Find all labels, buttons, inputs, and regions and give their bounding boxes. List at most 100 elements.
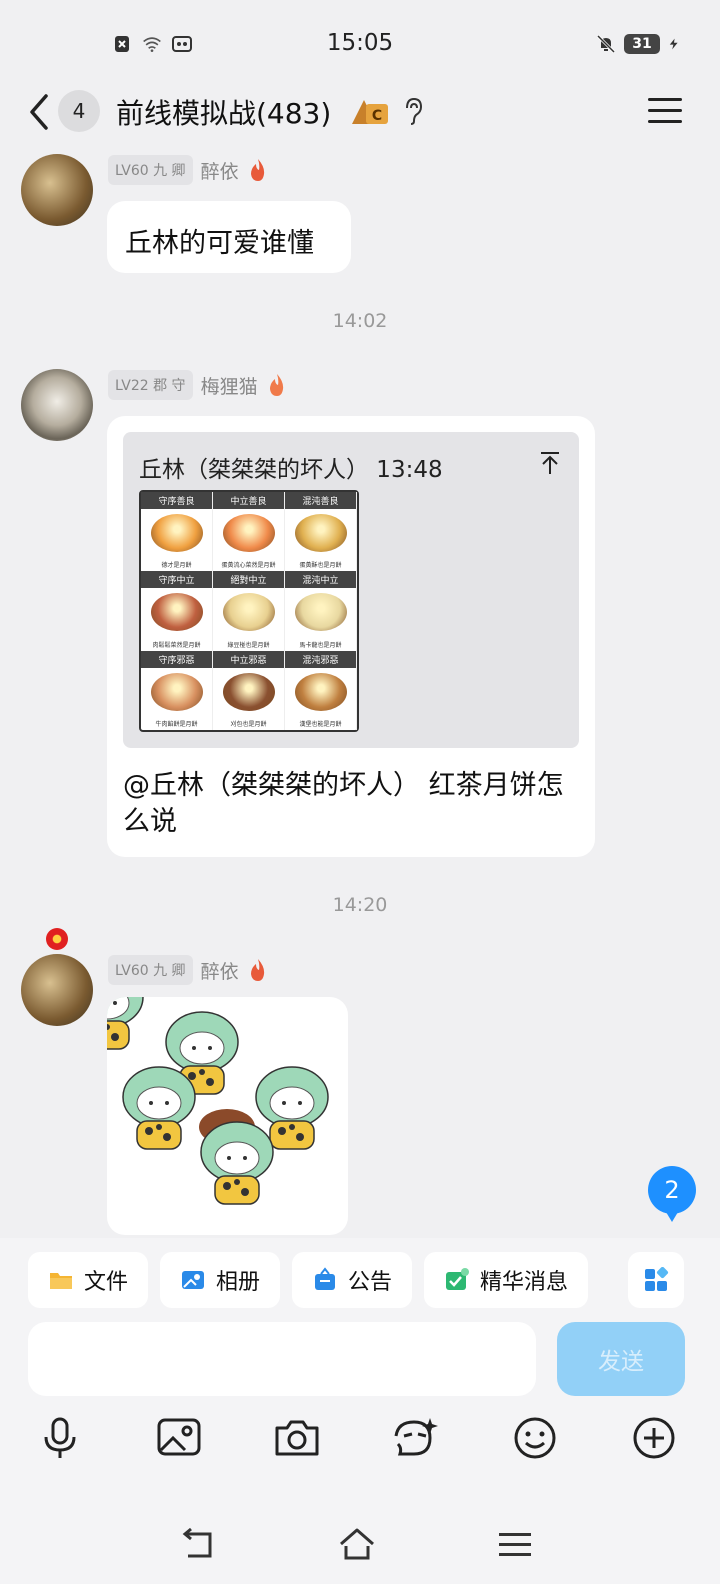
more-apps-button[interactable]: [628, 1252, 684, 1308]
back-arrow-icon[interactable]: [24, 90, 54, 134]
message-meta: LV60 九 卿 醉依: [108, 155, 269, 185]
nav-back-icon[interactable]: [178, 1524, 218, 1564]
message-text: @丘林（桀桀桀的坏人） 红茶月饼怎么说: [123, 770, 564, 837]
flame-icon: [250, 159, 264, 181]
sender-name[interactable]: 梅狸猫: [201, 372, 258, 399]
charging-icon: [669, 38, 678, 50]
food-image: [222, 593, 275, 632]
food-image: [222, 514, 275, 552]
essence-icon: [446, 1268, 469, 1290]
meme-cell-caption: 德才是月餅: [161, 562, 192, 570]
meme-grid-cell: 混沌善良蛋黃酥也是月餅: [285, 492, 357, 572]
files-label: 文件: [84, 1270, 129, 1295]
ear-icon[interactable]: [402, 96, 424, 126]
timestamp: 14:20: [332, 894, 388, 916]
announcement-icon: [315, 1267, 335, 1290]
svg-text:C: C: [372, 108, 382, 124]
meme-cell-caption: 漢堡也能是月餅: [299, 721, 342, 728]
meme-cell-header: 混沌中立: [285, 571, 356, 589]
nav-home-icon[interactable]: [337, 1524, 377, 1564]
album-button[interactable]: 相册: [160, 1252, 281, 1308]
food-image: [150, 672, 203, 711]
essence-label: 精华消息: [480, 1270, 569, 1295]
level-badge: LV60 九 卿: [108, 155, 193, 185]
sticker-message[interactable]: [107, 997, 348, 1235]
new-message-badge[interactable]: 2: [648, 1166, 696, 1222]
unread-count-badge[interactable]: 4: [58, 90, 100, 132]
menu-icon[interactable]: [646, 94, 686, 128]
level-badge: LV60 九 卿: [108, 955, 193, 985]
avatar-pendant-flower-icon: [46, 928, 68, 950]
image-icon[interactable]: [155, 1414, 203, 1462]
plus-icon[interactable]: [630, 1414, 678, 1462]
message-input[interactable]: [28, 1322, 536, 1396]
food-image: [150, 593, 203, 632]
meme-grid-cell: 守序善良 德才是月餅: [141, 492, 213, 572]
meme-cell-caption: 馬卡龍也是月餅: [299, 641, 342, 649]
meme-cell-caption: 綠豆椪也是月餅: [227, 641, 270, 649]
mute-bell-icon: [596, 34, 616, 54]
level-badge: LV22 郡 守: [108, 370, 193, 400]
meme-grid-cell: 中立邪惡刈包也是月餅: [213, 650, 285, 730]
food-image: [150, 514, 203, 552]
meme-cell-caption: 刈包也是月餅: [230, 721, 267, 728]
message-text: 丘林的可爱谁懂: [125, 228, 314, 259]
smiley-icon[interactable]: [511, 1414, 559, 1462]
system-nav-bar: [0, 1504, 720, 1584]
meme-cell-header: 守序邪惡: [141, 650, 212, 668]
food-image: [294, 593, 347, 632]
meme-grid-cell: 混沌邪惡漢堡也能是月餅: [285, 650, 357, 730]
meme-cell-caption: 牛肉餡餅是月餅: [155, 721, 198, 728]
meme-cell-header: 絕對中立: [213, 571, 284, 589]
message-meta: LV60 九 卿 醉依: [108, 955, 269, 985]
food-image: [294, 672, 347, 711]
food-image: [222, 672, 275, 711]
avatar[interactable]: [21, 954, 93, 1026]
quoted-image-mooncake-meme[interactable]: 守序善良 德才是月餅 中立善良 蛋黃流心菜然是月餅 混沌善良 蛋黃酥也是月餅 守序中立 肉鬆鬆…: [139, 490, 359, 732]
meme-cell-header: 守序善良: [141, 492, 212, 509]
microphone-icon[interactable]: [36, 1414, 84, 1462]
reply-message-bubble[interactable]: 丘林（桀桀桀的坏人） 13:48 守序善良 德才是月餅 中立善良 蛋黃流心菜然是月餅混…: [107, 416, 595, 857]
group-title[interactable]: 前线模拟战(483): [116, 92, 331, 132]
meme-cell-header: 中立善良: [213, 492, 284, 509]
avatar[interactable]: [21, 154, 93, 226]
meme-cell-caption: 蛋黃流心菜然是月餅: [221, 562, 276, 570]
quoted-message-header: 丘林（桀桀桀的坏人） 13:48: [139, 457, 443, 483]
meme-cell-caption: 蛋黃酥也是月餅: [299, 562, 342, 570]
meme-cell-header: 混沌善良: [285, 492, 356, 509]
status-right-icons: 31: [596, 34, 680, 54]
meme-grid-cell: 中立善良蛋黃流心菜然是月餅: [213, 492, 285, 572]
files-button[interactable]: 文件: [28, 1252, 149, 1308]
announcement-button[interactable]: 公告: [292, 1252, 413, 1308]
chat-header: 4 前线模拟战(483) C: [0, 80, 720, 144]
flame-icon: [269, 374, 283, 396]
avatar[interactable]: [21, 369, 93, 441]
nav-recents-icon[interactable]: [495, 1524, 535, 1564]
sender-name[interactable]: 醉依: [201, 157, 239, 184]
emoji-face-icon[interactable]: [390, 1414, 438, 1462]
apps-grid-icon: [645, 1267, 669, 1291]
meme-cell-header: 中立邪惡: [213, 650, 284, 668]
folder-icon: [50, 1273, 72, 1289]
message-bubble[interactable]: 丘林的可爱谁懂: [107, 201, 351, 273]
flame-icon: [250, 959, 264, 981]
album-label: 相册: [216, 1270, 261, 1295]
meme-cell-caption: 肉鬆鬆菜然是月餅: [152, 641, 201, 649]
sender-name[interactable]: 醉依: [201, 957, 239, 984]
essence-messages-button[interactable]: 精华消息: [424, 1252, 589, 1308]
jump-to-top-icon[interactable]: [537, 450, 563, 476]
food-image: [294, 514, 347, 552]
camera-icon[interactable]: [273, 1414, 321, 1462]
meme-grid-cell: 絕對中立綠豆椪也是月餅: [213, 571, 285, 651]
chibi-sticker-image: [107, 997, 329, 1205]
message-meta: LV22 郡 守 梅狸猫: [108, 370, 288, 400]
album-icon: [182, 1271, 204, 1289]
meme-grid-cell: 守序邪惡牛肉餡餅是月餅: [141, 650, 213, 730]
send-button[interactable]: 发送: [557, 1322, 685, 1396]
announcement-label: 公告: [348, 1270, 393, 1295]
meme-grid-cell: 守序中立肉鬆鬆菜然是月餅: [141, 571, 213, 651]
meme-cell-header: 混沌邪惡: [285, 650, 356, 668]
meme-cell-header: 守序中立: [141, 571, 212, 589]
status-bar: 15:05 31: [0, 0, 720, 80]
quoted-message[interactable]: 丘林（桀桀桀的坏人） 13:48 守序善良 德才是月餅 中立善良 蛋黃流心菜然是月餅混…: [123, 432, 579, 748]
